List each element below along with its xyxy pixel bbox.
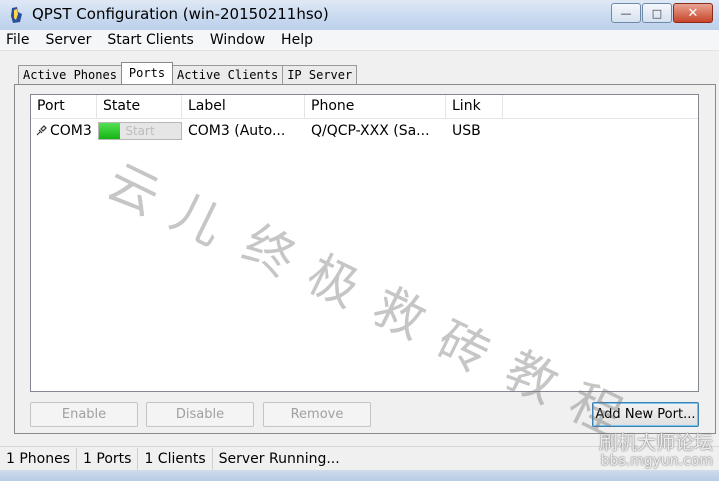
tab-active-phones[interactable]: Active Phones	[18, 65, 122, 84]
remove-button[interactable]: Remove	[263, 402, 371, 427]
column-header-link[interactable]: Link	[446, 95, 503, 118]
cell-state: Start	[97, 122, 182, 140]
menu-start-clients[interactable]: Start Clients	[99, 32, 201, 48]
usb-plug-icon	[36, 125, 47, 136]
cell-phone: Q/QCP-XXX (Sa...	[311, 123, 430, 139]
tab-strip: Active Phones Ports Active Clients IP Se…	[18, 62, 358, 84]
list-row-com3[interactable]: COM3 Start COM3 (Auto... Q/QCP-XXX (Sa..…	[31, 119, 698, 143]
status-ports: 1 Ports	[77, 448, 139, 470]
enable-button[interactable]: Enable	[30, 402, 138, 427]
menu-help[interactable]: Help	[273, 32, 321, 48]
state-progress-fill	[99, 123, 120, 139]
close-button[interactable]: ✕	[673, 3, 713, 23]
cell-link: USB	[452, 123, 481, 139]
qpst-app-icon	[11, 7, 22, 23]
tab-ports[interactable]: Ports	[120, 62, 174, 84]
window-bottom-edge	[0, 470, 719, 481]
maximize-button[interactable]: □	[642, 3, 672, 23]
list-header: Port State Label Phone Link	[31, 95, 698, 119]
tab-ip-server[interactable]: IP Server	[282, 65, 358, 84]
title-bar[interactable]: QPST Configuration (win-20150211hso) — □…	[0, 0, 719, 31]
state-progress-bar: Start	[98, 122, 182, 140]
column-header-label[interactable]: Label	[182, 95, 305, 118]
state-text: Start	[125, 124, 155, 138]
column-header-port[interactable]: Port	[31, 95, 97, 118]
column-header-phone[interactable]: Phone	[305, 95, 446, 118]
status-phones: 1 Phones	[0, 448, 78, 470]
status-bar: 1 Phones 1 Ports 1 Clients Server Runnin…	[0, 446, 719, 471]
column-header-state[interactable]: State	[97, 95, 182, 118]
status-server: Server Running...	[218, 451, 340, 467]
window-title: QPST Configuration (win-20150211hso)	[32, 5, 329, 23]
port-name: COM3	[50, 123, 92, 139]
menu-server[interactable]: Server	[37, 32, 99, 48]
cell-label: COM3 (Auto...	[188, 123, 286, 139]
menu-bar: File Server Start Clients Window Help	[0, 30, 719, 51]
status-clients: 1 Clients	[138, 448, 213, 470]
menu-file[interactable]: File	[0, 32, 37, 48]
window-controls: — □ ✕	[611, 3, 713, 23]
ports-list[interactable]: Port State Label Phone Link COM3 Start C…	[30, 94, 699, 392]
add-new-port-button[interactable]: Add New Port...	[592, 402, 699, 427]
menu-window[interactable]: Window	[202, 32, 273, 48]
disable-button[interactable]: Disable	[146, 402, 254, 427]
minimize-button[interactable]: —	[611, 3, 641, 23]
tab-active-clients[interactable]: Active Clients	[172, 65, 284, 84]
cell-port: COM3	[31, 123, 97, 139]
